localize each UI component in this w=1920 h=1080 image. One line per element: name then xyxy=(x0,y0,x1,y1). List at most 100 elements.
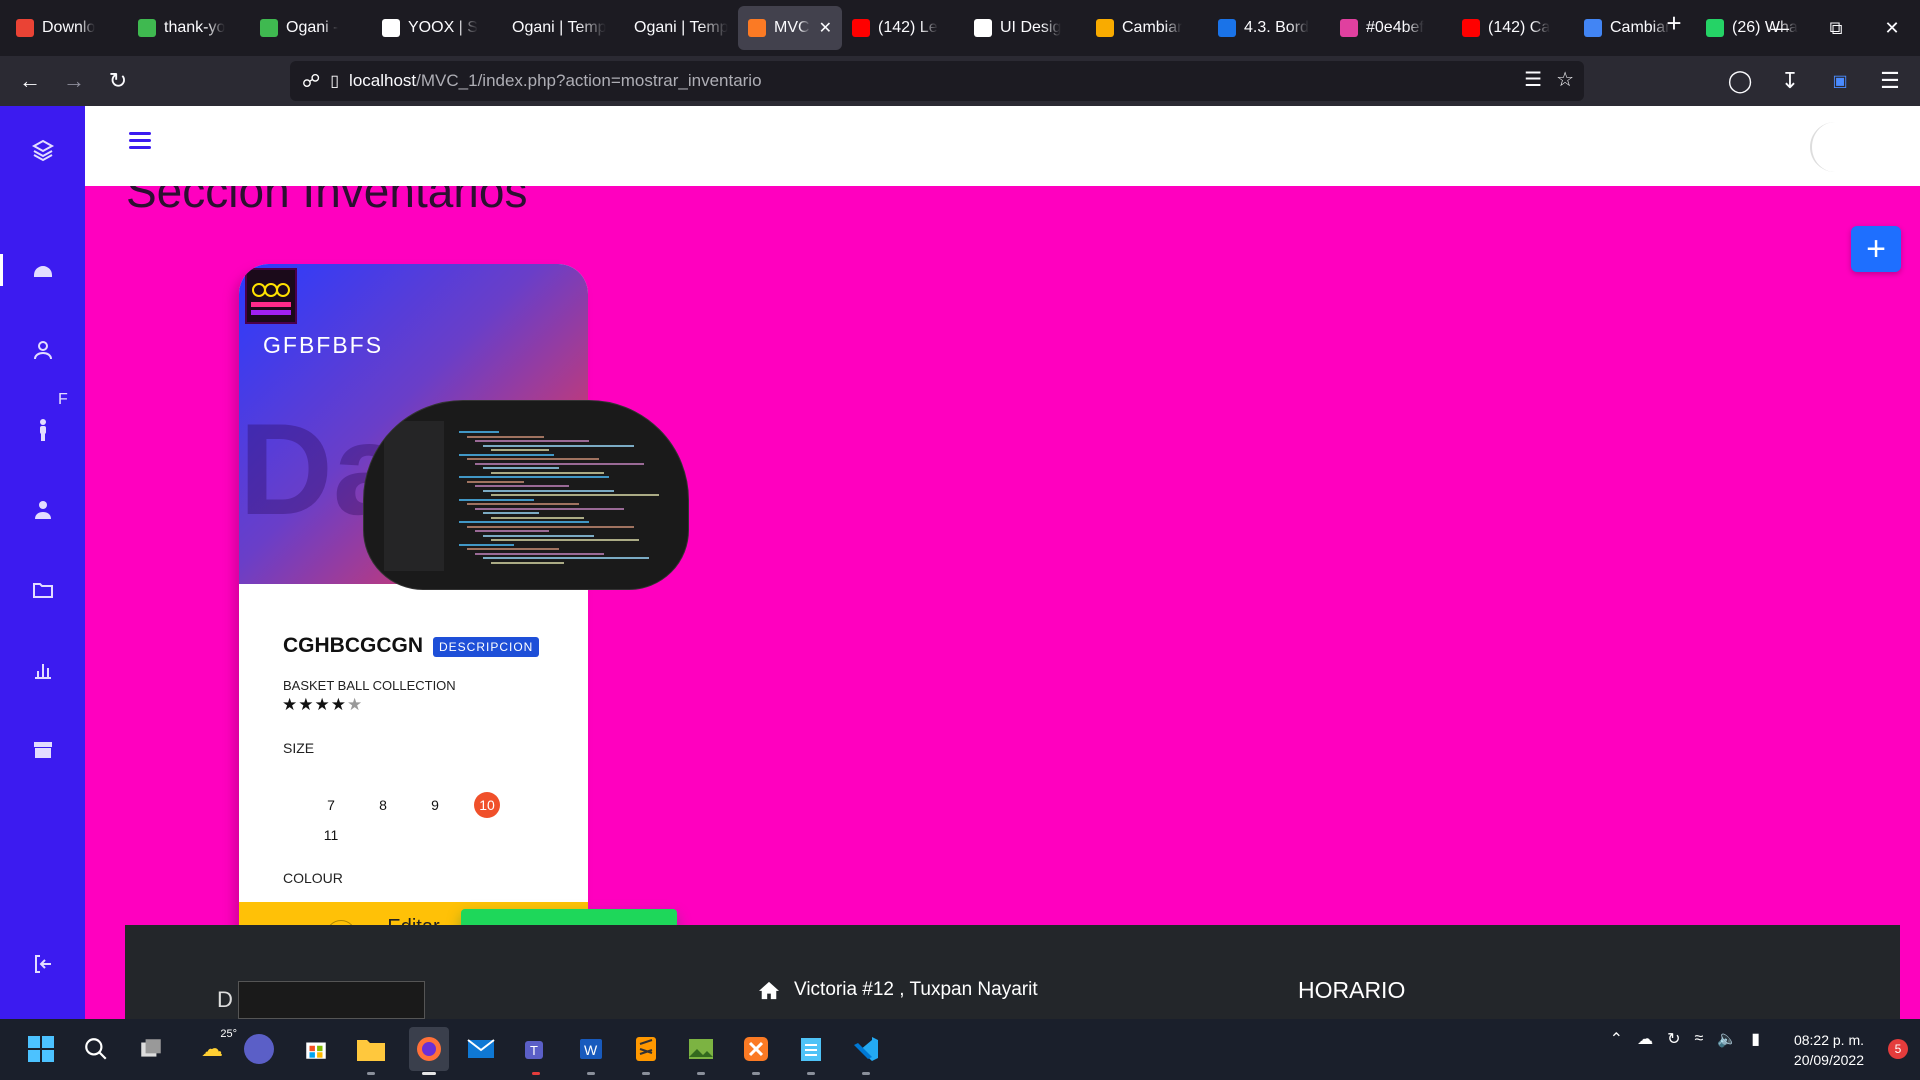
size-option[interactable]: 11 xyxy=(318,822,344,848)
tab-title: #0e4bef xyxy=(1366,19,1424,36)
tab-title: UI Desig xyxy=(1000,19,1062,36)
battery-icon[interactable]: ▮ xyxy=(1751,1029,1760,1049)
user-group-icon xyxy=(34,501,51,519)
description-badge[interactable]: DESCRIPCION xyxy=(433,637,540,657)
close-window-icon[interactable]: ✕ xyxy=(1864,0,1920,56)
code-line xyxy=(491,449,549,451)
tab-close-icon[interactable]: ✕ xyxy=(819,18,832,38)
size-option[interactable]: 8 xyxy=(370,792,396,818)
browser-tab[interactable]: Cambiar xyxy=(1086,6,1208,50)
code-line xyxy=(491,561,564,564)
sidebar-item-user[interactable] xyxy=(0,320,85,380)
volume-icon[interactable]: 🔈 xyxy=(1717,1029,1737,1049)
shield-icon[interactable]: ☍ xyxy=(302,71,320,92)
code-line xyxy=(491,494,659,496)
sublime-icon[interactable] xyxy=(629,1032,663,1066)
browser-tab[interactable]: UI Desig xyxy=(964,6,1086,50)
xampp-running-indicator xyxy=(752,1072,760,1075)
teams-icon[interactable]: T xyxy=(519,1032,553,1066)
size-label: SIZE xyxy=(283,740,315,756)
translate-icon[interactable]: ☰ xyxy=(1524,67,1542,92)
new-tab-button[interactable]: + xyxy=(1656,8,1692,39)
tab-favicon-icon xyxy=(1706,19,1724,37)
tab-favicon-icon xyxy=(138,19,156,37)
browser-tab[interactable]: YOOX | S xyxy=(372,6,494,50)
browser-tab[interactable]: Ogani - xyxy=(250,6,372,50)
word-icon[interactable]: W xyxy=(574,1032,608,1066)
reload-icon[interactable]: ↻ xyxy=(96,59,140,103)
image-app-icon[interactable] xyxy=(684,1032,718,1066)
footer-thumbnail xyxy=(238,981,425,1019)
product-image-sidebar xyxy=(384,421,444,571)
size-option[interactable]: 10 xyxy=(474,792,500,818)
downloads-icon[interactable]: ↧ xyxy=(1768,59,1812,103)
wifi-icon[interactable]: ≈ xyxy=(1694,1030,1703,1048)
sidebar-item-logo[interactable] xyxy=(0,120,85,180)
minimize-icon[interactable]: — xyxy=(1752,0,1808,56)
teams-running-indicator xyxy=(532,1072,540,1075)
meet-icon[interactable] xyxy=(244,1034,274,1064)
rating-stars: ★★★★★ xyxy=(282,695,363,715)
notepad-icon[interactable] xyxy=(794,1032,828,1066)
star-icon: ★ xyxy=(347,695,364,714)
browser-tab[interactable]: #0e4bef xyxy=(1330,6,1452,50)
browser-tab[interactable]: (142) Ca xyxy=(1452,6,1574,50)
add-product-button[interactable]: + xyxy=(1851,226,1901,272)
store-icon[interactable] xyxy=(299,1032,333,1066)
restore-icon[interactable]: ⧉ xyxy=(1808,0,1864,56)
size-option[interactable]: 7 xyxy=(318,792,344,818)
sidebar-item-logout[interactable] xyxy=(0,934,85,994)
weather-icon[interactable]: ☁ 25° xyxy=(189,1028,237,1066)
translate-extension-icon[interactable]: ▣ xyxy=(1818,59,1862,103)
sidebar-item-users[interactable] xyxy=(0,480,85,540)
browser-tab[interactable]: (142) Le xyxy=(842,6,964,50)
dashboard-icon xyxy=(33,266,52,277)
browser-tab[interactable]: Ogani | Temp xyxy=(616,6,738,50)
brand-logo xyxy=(245,268,297,324)
cloud-icon[interactable]: ☁ xyxy=(1637,1029,1653,1049)
code-line xyxy=(491,471,604,474)
size-option[interactable]: 9 xyxy=(422,792,448,818)
browser-tab[interactable]: thank-yo xyxy=(128,6,250,50)
firefox-icon[interactable] xyxy=(409,1027,449,1071)
brand-name: GFBFBFS xyxy=(263,332,384,358)
bookmark-star-icon[interactable]: ☆ xyxy=(1556,67,1574,92)
browser-tab[interactable]: 4.3. Bord xyxy=(1208,6,1330,50)
forward-icon[interactable]: → xyxy=(52,59,96,103)
address-bar[interactable]: ☍ ▯ localhost/MVC_1/index.php?action=mos… xyxy=(290,61,1584,101)
hamburger-menu-icon[interactable] xyxy=(129,132,151,152)
mail-icon[interactable] xyxy=(464,1032,498,1066)
clock[interactable]: 08:22 p. m. 20/09/2022 xyxy=(1794,1030,1864,1070)
task-view-icon[interactable] xyxy=(134,1032,168,1066)
vscode-icon[interactable] xyxy=(849,1032,883,1066)
tab-favicon-icon xyxy=(1096,19,1114,37)
xampp-icon[interactable] xyxy=(739,1032,773,1066)
folder-icon xyxy=(32,583,53,598)
browser-tab[interactable]: MVC ✕ xyxy=(738,6,842,50)
start-icon[interactable] xyxy=(24,1032,58,1066)
sidebar-item-archive[interactable] xyxy=(0,720,85,780)
back-icon[interactable]: ← xyxy=(8,59,52,103)
browser-tab[interactable]: Downlo xyxy=(6,6,128,50)
sidebar-item-person[interactable] xyxy=(0,400,85,460)
star-icon: ★ xyxy=(298,695,315,714)
pocket-icon[interactable]: ◯ xyxy=(1718,59,1762,103)
menu-icon[interactable]: ☰ xyxy=(1868,59,1912,103)
browser-tab[interactable]: Ogani | Temp xyxy=(494,6,616,50)
avatar[interactable] xyxy=(1810,122,1860,172)
file-explorer-icon[interactable] xyxy=(354,1032,388,1066)
firefox-running-indicator xyxy=(422,1072,436,1075)
chevron-up-icon[interactable]: ⌃ xyxy=(1610,1029,1623,1049)
logout-icon xyxy=(34,955,51,973)
sidebar-item-stats[interactable] xyxy=(0,640,85,700)
tab-title: YOOX | S xyxy=(408,19,478,36)
code-line xyxy=(475,552,604,555)
search-icon[interactable] xyxy=(79,1032,113,1066)
code-line xyxy=(467,435,544,438)
tab-title: Downlo xyxy=(42,19,96,36)
notification-badge[interactable]: 5 xyxy=(1888,1039,1908,1059)
browser-navbar: ← → ↻ ☍ ▯ localhost/MVC_1/index.php?acti… xyxy=(0,56,1920,106)
sync-icon[interactable]: ↻ xyxy=(1667,1029,1680,1049)
sidebar-item-folders[interactable] xyxy=(0,560,85,620)
sidebar-item-dashboard[interactable] xyxy=(0,240,85,300)
